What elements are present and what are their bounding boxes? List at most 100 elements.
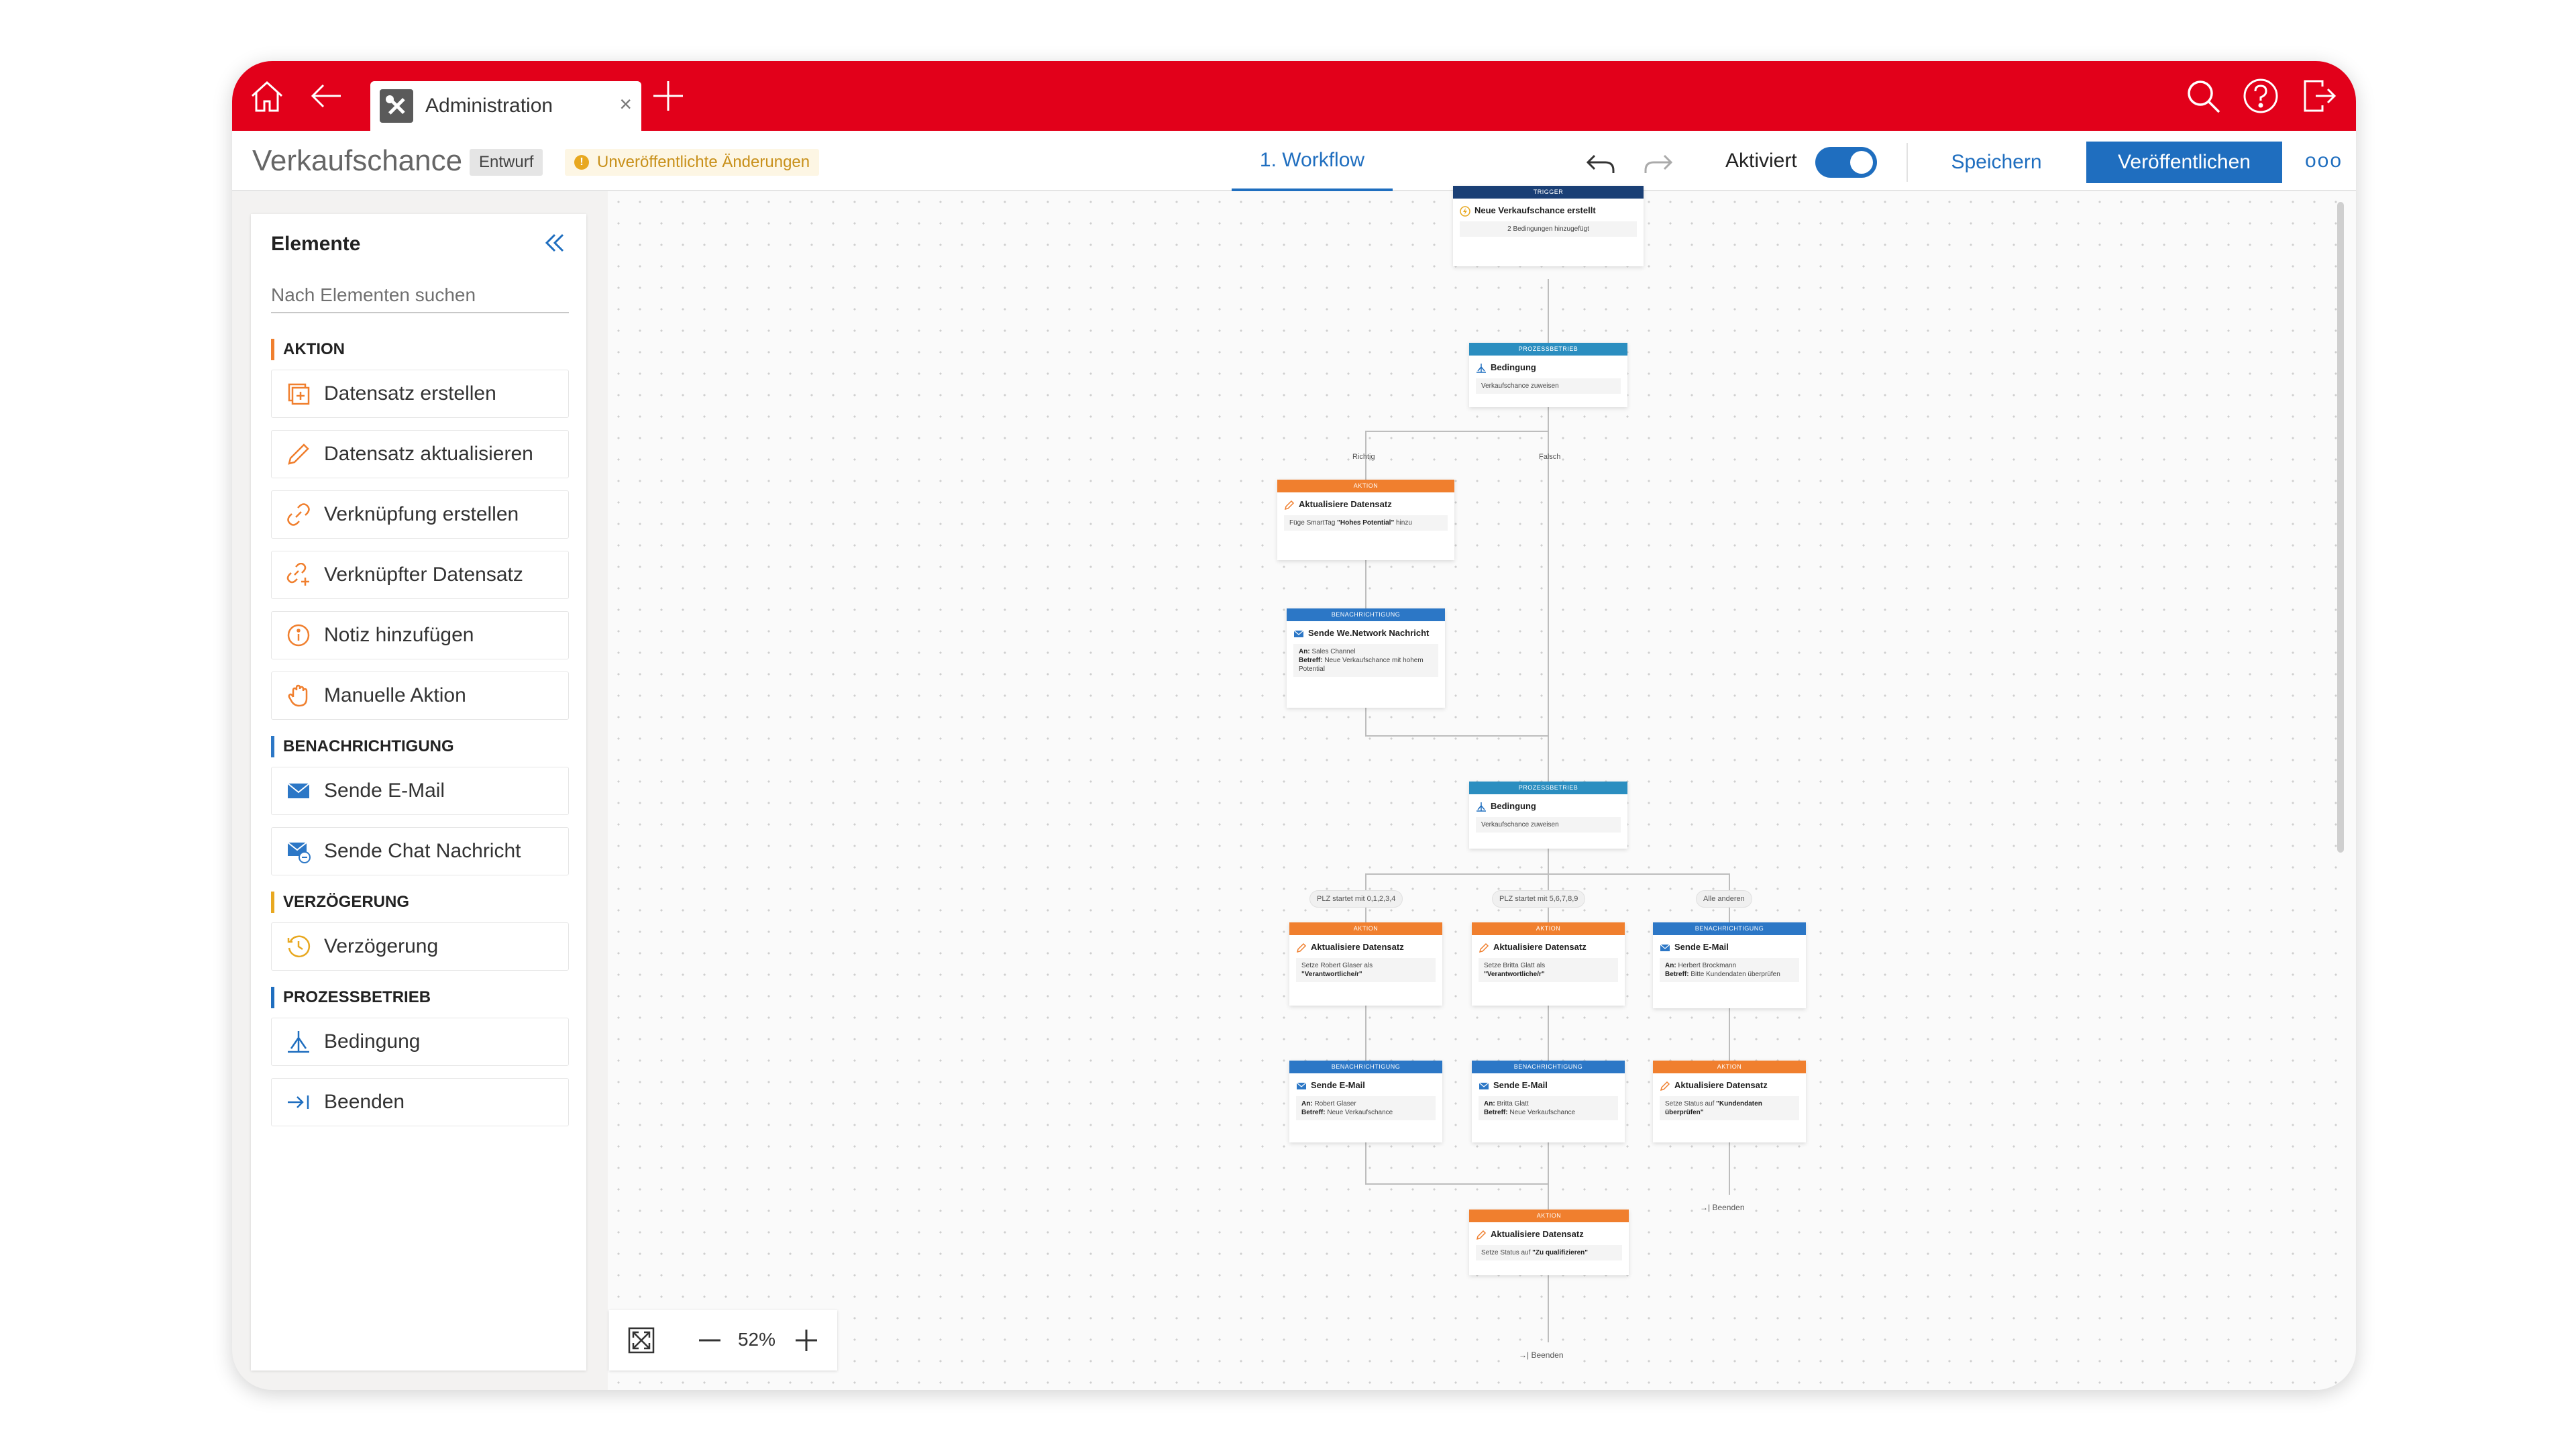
activated-toggle[interactable]: [1815, 147, 1877, 178]
element-manuelle-aktion[interactable]: Manuelle Aktion: [271, 672, 569, 720]
status-badge: Entwurf: [470, 149, 543, 176]
element-datensatz-aktualisieren[interactable]: Datensatz aktualisieren: [271, 430, 569, 478]
element-verzoegerung[interactable]: Verzögerung: [271, 922, 569, 971]
element-sende-email[interactable]: Sende E-Mail: [271, 767, 569, 815]
element-datensatz-erstellen[interactable]: Datensatz erstellen: [271, 370, 569, 418]
element-verknuepfung-erstellen[interactable]: Verknüpfung erstellen: [271, 490, 569, 539]
link-icon: [285, 501, 312, 528]
node-title: Neue Verkaufschance erstellt: [1474, 205, 1596, 215]
unpublished-changes-label: Unveröffentlichte Änderungen: [597, 153, 810, 171]
action-node[interactable]: AKTION Aktualisiere Datensatz Setze Stat…: [1653, 1061, 1806, 1142]
app-window: Administration × Verkaufschance Entwurf …: [232, 61, 2356, 1390]
logout-icon[interactable]: [2298, 76, 2339, 116]
element-label: Datensatz erstellen: [324, 382, 496, 405]
back-arrow-icon[interactable]: [306, 76, 346, 116]
action-node[interactable]: AKTION Aktualisiere Datensatz Setze Brit…: [1472, 922, 1625, 1006]
notification-node[interactable]: BENACHRICHTIGUNG Sende E-Mail An: Robert…: [1289, 1061, 1442, 1142]
section-aktion: AKTION: [271, 339, 345, 360]
tab-administration[interactable]: Administration ×: [370, 81, 641, 131]
action-node[interactable]: AKTION Aktualisiere Datensatz Füge Smart…: [1277, 480, 1454, 560]
element-label: Datensatz aktualisieren: [324, 443, 533, 465]
top-bar: Administration ×: [232, 61, 2356, 131]
notification-node[interactable]: BENACHRICHTIGUNG Sende E-Mail An: Herber…: [1653, 922, 1806, 1008]
vertical-scrollbar[interactable]: [2337, 202, 2344, 853]
pencil-icon: [1284, 500, 1295, 511]
node-header: PROZESSBETRIEB: [1469, 343, 1627, 356]
node-title: Aktualisiere Datensatz: [1491, 1229, 1584, 1239]
element-search-input[interactable]: [271, 278, 569, 313]
element-sende-chat-nachricht[interactable]: Sende Chat Nachricht: [271, 827, 569, 875]
action-node[interactable]: AKTION Aktualisiere Datensatz Setze Stat…: [1469, 1210, 1629, 1275]
zoom-out-icon[interactable]: [690, 1320, 730, 1360]
pencil-icon: [1660, 1081, 1670, 1091]
node-title: Bedingung: [1491, 801, 1536, 811]
section-bar: [271, 987, 274, 1008]
node-title: Bedingung: [1491, 362, 1536, 372]
node-header: AKTION: [1472, 922, 1625, 935]
element-label: Sende Chat Nachricht: [324, 840, 521, 862]
search-icon[interactable]: [2183, 76, 2223, 116]
pencil-icon: [1479, 943, 1489, 953]
node-header: BENACHRICHTIGUNG: [1289, 1061, 1442, 1073]
help-icon[interactable]: [2241, 76, 2281, 116]
element-beenden[interactable]: Beenden: [271, 1078, 569, 1126]
mail-icon: [1479, 1082, 1489, 1089]
save-button[interactable]: Speichern: [1929, 142, 2063, 183]
publish-button[interactable]: Veröffentlichen: [2086, 142, 2282, 183]
element-label: Verzögerung: [324, 935, 439, 957]
element-bedingung[interactable]: Bedingung: [271, 1018, 569, 1066]
node-header: TRIGGER: [1453, 186, 1644, 199]
zoom-in-icon[interactable]: [786, 1320, 826, 1360]
fit-to-screen-icon[interactable]: [621, 1320, 661, 1360]
warning-icon: !: [574, 155, 589, 170]
notification-node[interactable]: BENACHRICHTIGUNG Sende We.Network Nachri…: [1287, 608, 1445, 708]
divider: [1907, 143, 1908, 182]
node-header: AKTION: [1277, 480, 1454, 492]
undo-icon[interactable]: [1582, 144, 1619, 182]
close-icon[interactable]: ×: [619, 92, 632, 117]
condition-node[interactable]: PROZESSBETRIEB Bedingung Verkaufschance …: [1469, 782, 1627, 849]
node-title: Sende E-Mail: [1674, 942, 1729, 952]
node-title: Aktualisiere Datensatz: [1299, 499, 1392, 509]
trigger-node[interactable]: TRIGGER Neue Verkaufschance erstellt 2 B…: [1453, 186, 1644, 266]
more-options-icon[interactable]: ooo: [2305, 142, 2343, 183]
section-verzoegerung: VERZÖGERUNG: [271, 892, 409, 913]
node-header: AKTION: [1653, 1061, 1806, 1073]
info-icon: [285, 622, 312, 649]
node-detail: An: Britta Glatt Betreff: Neue Verkaufsch…: [1479, 1096, 1618, 1120]
node-title: Sende We.Network Nachricht: [1308, 628, 1430, 638]
condition-node[interactable]: PROZESSBETRIEB Bedingung Verkaufschance …: [1469, 343, 1627, 407]
end-icon: [285, 1089, 312, 1116]
node-header: AKTION: [1469, 1210, 1629, 1222]
element-label: Sende E-Mail: [324, 780, 445, 802]
mail-icon: [1296, 1082, 1307, 1089]
zoom-control: 52%: [609, 1310, 837, 1371]
node-detail: An: Robert Glaser Betreff: Neue Verkaufsc…: [1296, 1096, 1436, 1120]
lightning-icon: [1460, 206, 1470, 217]
branch-icon: [1477, 802, 1486, 812]
end-node[interactable]: →| Beenden: [1693, 1199, 1752, 1216]
new-tab-plus-icon[interactable]: [648, 76, 688, 116]
end-node[interactable]: →| Beenden: [1512, 1346, 1570, 1364]
branch-icon: [285, 1028, 312, 1055]
action-node[interactable]: AKTION Aktualisiere Datensatz Setze Robe…: [1289, 922, 1442, 1006]
toggle-knob: [1850, 151, 1873, 174]
node-detail: 2 Bedingungen hinzugefügt: [1460, 221, 1637, 237]
panel-title: Elemente: [271, 233, 361, 255]
redo-icon[interactable]: [1640, 144, 1677, 182]
mail-icon: [285, 777, 312, 804]
node-title: Aktualisiere Datensatz: [1674, 1080, 1768, 1090]
tab-workflow[interactable]: 1. Workflow: [1232, 131, 1393, 191]
node-title: Aktualisiere Datensatz: [1493, 942, 1587, 952]
collapse-chevrons-icon[interactable]: [538, 226, 572, 260]
home-icon[interactable]: [247, 76, 287, 116]
node-detail: An: Herbert Brockmann Betreff: Bitte Kund…: [1660, 958, 1799, 982]
branch-label-true: Richtig: [1352, 453, 1375, 461]
section-benachrichtigung: BENACHRICHTIGUNG: [271, 736, 454, 757]
element-notiz-hinzufuegen[interactable]: Notiz hinzufügen: [271, 611, 569, 659]
workflow-canvas[interactable]: TRIGGER Neue Verkaufschance erstellt 2 B…: [608, 186, 2356, 1390]
element-verknuepfter-datensatz[interactable]: Verknüpfter Datensatz: [271, 551, 569, 599]
node-detail: Setze Britta Glatt als "Verantwortliche/r…: [1479, 958, 1618, 982]
section-bar: [271, 339, 274, 360]
notification-node[interactable]: BENACHRICHTIGUNG Sende E-Mail An: Britta…: [1472, 1061, 1625, 1142]
